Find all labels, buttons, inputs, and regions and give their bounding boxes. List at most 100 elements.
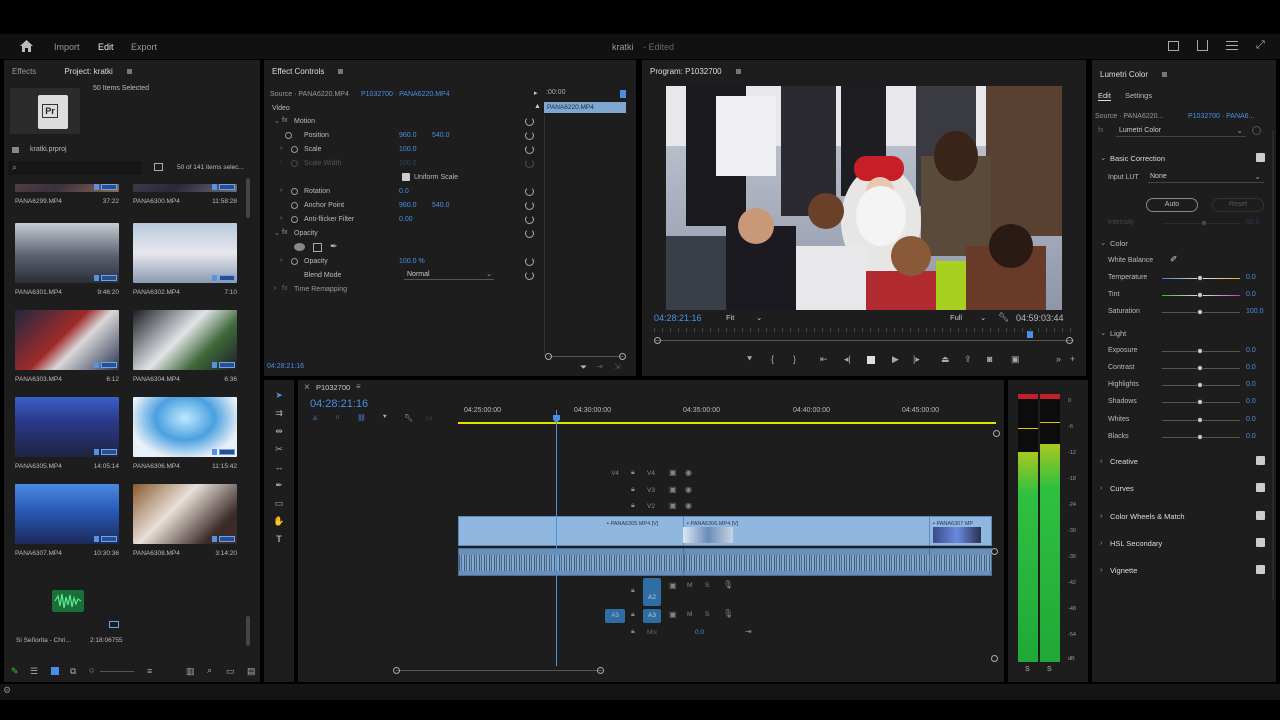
scale-row[interactable]: › Scale 100.0 bbox=[264, 143, 534, 156]
pencil-icon[interactable]: ✎ bbox=[11, 666, 19, 677]
zoom-out-icon[interactable]: ○ bbox=[89, 665, 94, 675]
hsl-checkbox[interactable] bbox=[1256, 538, 1265, 547]
whites-row[interactable]: Whites 0.0 bbox=[1108, 413, 1268, 427]
ec-sequence[interactable]: P1032700 · PANA6220.MP4 bbox=[361, 91, 450, 98]
program-video-frame[interactable] bbox=[666, 86, 1062, 310]
program-scrubber[interactable] bbox=[654, 331, 1074, 348]
position-row[interactable]: Position 960.0 540.0 bbox=[264, 129, 534, 142]
more-controls-icon[interactable]: » bbox=[1056, 354, 1061, 364]
ripple-edit-icon[interactable]: ⇹ bbox=[273, 426, 285, 438]
contrast-row[interactable]: Contrast 0.0 bbox=[1108, 361, 1268, 375]
creative-checkbox[interactable] bbox=[1256, 456, 1265, 465]
type-tool-icon[interactable]: T bbox=[273, 534, 285, 546]
h-scrollbar[interactable] bbox=[393, 667, 604, 674]
eyedropper-icon[interactable]: ✐ bbox=[1170, 254, 1178, 265]
add-marker-tl-icon[interactable]: ⯆ bbox=[382, 414, 388, 422]
selection-tool-icon[interactable]: ➤ bbox=[273, 390, 285, 402]
rotation-row[interactable]: › Rotation 0.0 bbox=[264, 185, 534, 198]
ec-scroll-up-icon[interactable]: ▲ bbox=[534, 103, 541, 110]
hsl-secondary-section[interactable]: › HSL Secondary bbox=[1100, 536, 1270, 550]
linked-selection-icon[interactable]: ⛓ bbox=[357, 414, 366, 422]
pen-icon[interactable]: ✒ bbox=[273, 480, 285, 492]
list-view-icon[interactable]: ☰ bbox=[30, 666, 38, 677]
track-select-icon[interactable]: ⇉ bbox=[273, 408, 285, 420]
lumetri-title[interactable]: Lumetri Color bbox=[1100, 70, 1148, 79]
reset-button[interactable]: Reset bbox=[1212, 198, 1264, 212]
mark-out-icon[interactable]: } bbox=[793, 354, 796, 364]
color-wheels-section[interactable]: › Color Wheels & Match bbox=[1100, 509, 1270, 523]
opacity-group-row[interactable]: ⌄ fx Opacity bbox=[264, 227, 534, 240]
export-frame-icon[interactable]: ◙ bbox=[987, 354, 992, 364]
tab-project[interactable]: Project: kratki bbox=[64, 67, 112, 76]
workspaces-icon[interactable] bbox=[1226, 41, 1238, 50]
program-timecode[interactable]: 04:28:21:16 bbox=[654, 313, 702, 323]
shadows-row[interactable]: Shadows 0.0 bbox=[1108, 395, 1268, 409]
lumetri-reset-icon[interactable] bbox=[1252, 126, 1261, 135]
import-tab[interactable]: Import bbox=[54, 42, 80, 52]
snap-icon[interactable]: ∩ bbox=[335, 414, 340, 421]
basic-correction-checkbox[interactable] bbox=[1256, 153, 1265, 162]
input-lut-select[interactable]: None ⌄ bbox=[1148, 171, 1264, 183]
highlights-row[interactable]: Highlights 0.0 bbox=[1108, 378, 1268, 392]
vignette-checkbox[interactable] bbox=[1256, 565, 1265, 574]
white-balance-row[interactable]: White Balance ✐ bbox=[1108, 254, 1268, 268]
lift-icon[interactable]: ⏏ bbox=[941, 354, 950, 365]
time-remapping-row[interactable]: › fx Time Remapping bbox=[264, 283, 534, 296]
panel-menu-icon[interactable] bbox=[735, 68, 741, 74]
ec-scroll-left[interactable] bbox=[545, 353, 552, 360]
time-ruler[interactable]: 04:25:00:00 04:30:00:00 04:35:00:00 04:4… bbox=[458, 402, 998, 424]
play-icon[interactable]: ▶ bbox=[892, 354, 899, 365]
rectangle-mask-icon[interactable] bbox=[313, 243, 322, 252]
temperature-row[interactable]: Temperature 0.0 bbox=[1108, 271, 1268, 285]
icon-view-icon[interactable] bbox=[51, 667, 59, 675]
anchor-row[interactable]: Anchor Point 960.0 540.0 bbox=[264, 199, 534, 212]
playhead-line[interactable] bbox=[556, 410, 557, 666]
panel-menu-icon[interactable] bbox=[126, 68, 132, 74]
work-area-bar[interactable] bbox=[458, 422, 996, 424]
pen-mask-icon[interactable]: ✒ bbox=[330, 241, 338, 252]
program-playhead[interactable] bbox=[1027, 331, 1033, 338]
freeform-view-icon[interactable]: ⧉ bbox=[70, 666, 76, 677]
comparison-view-icon[interactable]: ▣ bbox=[1011, 354, 1020, 365]
new-bin-footer-icon[interactable]: ▭ bbox=[226, 666, 235, 677]
saturation-row[interactable]: Saturation 100.0 bbox=[1108, 305, 1268, 319]
edit-tab[interactable]: Edit bbox=[98, 42, 114, 52]
sort-icon[interactable]: ≡ bbox=[147, 666, 152, 676]
timeline-timecode[interactable]: 04:28:21:16 bbox=[310, 398, 368, 410]
ec-play-icon[interactable]: ▸ bbox=[534, 89, 538, 97]
status-icon[interactable]: ⚙ bbox=[3, 685, 11, 696]
curves-section[interactable]: › Curves bbox=[1100, 481, 1270, 495]
zoom-slider[interactable] bbox=[100, 671, 134, 672]
step-forward-icon[interactable]: |▸ bbox=[913, 354, 920, 365]
opacity-row[interactable]: › Opacity 100.0 % bbox=[264, 255, 534, 268]
basic-correction-header[interactable]: ⌄ Basic Correction bbox=[1100, 151, 1270, 165]
color-section[interactable]: ⌄ Color bbox=[1100, 236, 1270, 250]
add-marker-icon[interactable]: ⯆ bbox=[746, 354, 753, 365]
color-wheels-checkbox[interactable] bbox=[1256, 511, 1265, 520]
a3-source-patch[interactable]: A3 bbox=[605, 609, 625, 623]
sequence-menu-icon[interactable]: ≡ bbox=[356, 382, 361, 391]
settings-wrench-icon[interactable]: 🔧︎ bbox=[998, 312, 1009, 323]
lumetri-tab-settings[interactable]: Settings bbox=[1125, 91, 1152, 100]
razor-icon[interactable]: ✂ bbox=[273, 444, 285, 456]
scrollbar-lower[interactable] bbox=[246, 616, 250, 646]
nest-icon[interactable]: ⚔ bbox=[312, 414, 318, 422]
mark-in-icon[interactable]: { bbox=[771, 354, 774, 364]
panel-menu-icon[interactable] bbox=[1162, 71, 1168, 77]
rectangle-icon[interactable]: ▭ bbox=[273, 498, 285, 510]
extract-icon[interactable]: ⇪ bbox=[964, 354, 972, 365]
stop-icon[interactable] bbox=[867, 356, 875, 364]
auto-button[interactable]: Auto bbox=[1146, 198, 1198, 212]
fullscreen-icon[interactable]: ⤢ bbox=[1256, 39, 1265, 52]
ec-clip-bar[interactable]: PANA6220.MP4 bbox=[544, 102, 626, 113]
filter-icon[interactable]: ⏷ bbox=[580, 362, 587, 373]
curves-checkbox[interactable] bbox=[1256, 483, 1265, 492]
tab-effect-controls[interactable]: Effect Controls bbox=[272, 67, 324, 76]
tint-row[interactable]: Tint 0.0 bbox=[1108, 288, 1268, 302]
v-scroll-mid[interactable] bbox=[991, 548, 998, 555]
a1-audio-clip[interactable] bbox=[458, 548, 992, 576]
ec-playhead[interactable] bbox=[620, 90, 626, 98]
v-scroll-top[interactable] bbox=[993, 430, 1000, 437]
exposure-row[interactable]: Exposure 0.0 bbox=[1108, 344, 1268, 358]
sequence-tab[interactable]: P1032700 bbox=[316, 383, 350, 392]
